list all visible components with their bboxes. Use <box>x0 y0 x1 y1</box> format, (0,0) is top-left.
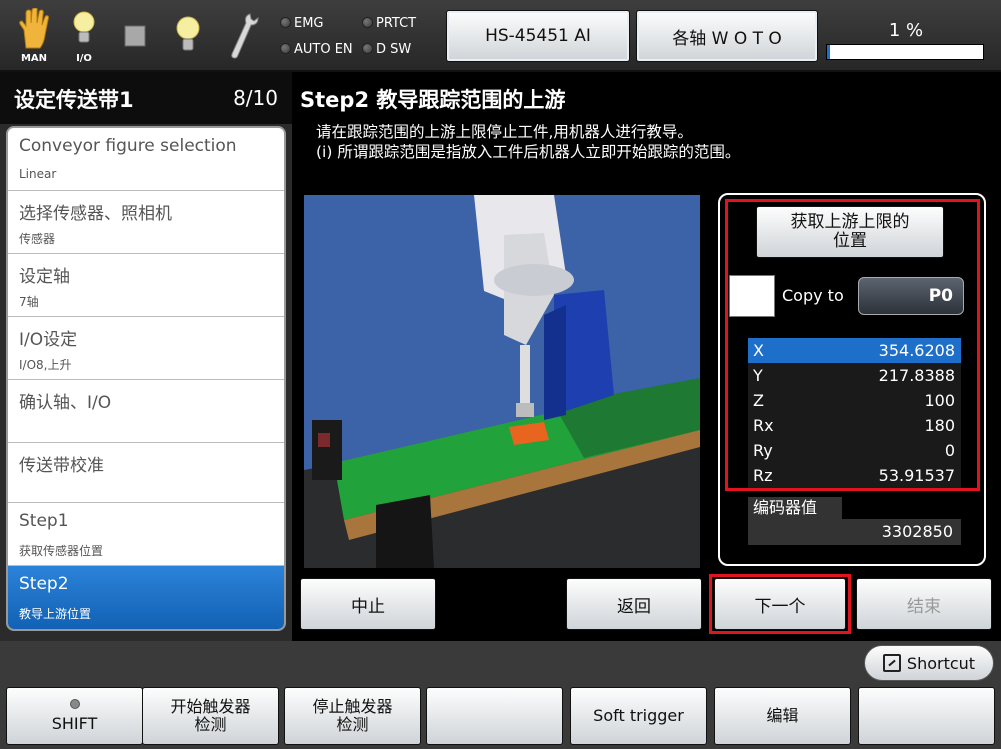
prtct-lamp: PRTCT <box>362 16 416 31</box>
edit-key[interactable]: 编辑 <box>714 687 851 745</box>
step-subtitle: 7轴 <box>19 295 39 309</box>
step-title: 传送带校准 <box>19 456 104 476</box>
light-bulb-icon[interactable] <box>168 8 208 64</box>
man-label: MAN <box>20 53 48 64</box>
step-title: I/O设定 <box>19 330 78 350</box>
step-item-calibration[interactable]: 传送带校准 <box>8 443 284 503</box>
step-title: 设定轴 <box>19 267 70 287</box>
coord-row-y[interactable]: Y 217.8388 <box>748 363 961 388</box>
top-status-bar: MAN I/O EMG PRTCT AUTO EN D SW HS-45451 … <box>0 0 1001 72</box>
dsw-lamp: D SW <box>362 42 411 57</box>
auto-en-lamp: AUTO EN <box>280 42 353 57</box>
step-item-conveyor-figure[interactable]: Conveyor figure selection Linear <box>8 128 284 191</box>
step-heading: Step2 教导跟踪范围的上游 <box>300 88 566 112</box>
progress-fill <box>827 45 831 59</box>
copy-to-label: Copy to <box>782 286 844 305</box>
step-subtitle: 教导上游位置 <box>19 607 92 621</box>
function-key-bar: Shortcut SHIFT 开始触发器 检测 停止触发器 检测 Soft tr… <box>0 641 1001 749</box>
fkey-label: SHIFT <box>51 714 98 733</box>
step-title: 确认轴、I/O <box>19 393 112 413</box>
robot-3d-view <box>304 195 700 568</box>
start-trigger-detect-key[interactable]: 开始触发器 检测 <box>142 687 279 745</box>
finish-button: 结束 <box>856 578 992 630</box>
get-upstream-position-button[interactable]: 获取上游上限的 位置 <box>756 206 944 258</box>
encoder-label: 编码器值 <box>748 497 842 519</box>
step-subtitle: Linear <box>19 167 57 181</box>
axis-mode-button[interactable]: 各轴 W O T O <box>636 10 818 62</box>
wizard-page-counter: 8/10 <box>233 86 278 110</box>
instruction-note: (i) 所谓跟踪范围是指放入工件后机器人立即开始跟踪的范围。 <box>316 143 741 161</box>
coord-row-x[interactable]: X 354.6208 <box>748 338 961 363</box>
empty-function-key[interactable] <box>858 687 995 745</box>
abort-button[interactable]: 中止 <box>300 578 436 630</box>
copy-checkbox[interactable] <box>729 275 775 317</box>
wizard-title: 设定传送带1 <box>14 88 134 112</box>
coord-row-rz[interactable]: Rz 53.91537 <box>748 463 961 488</box>
wrench-icon[interactable] <box>222 8 262 64</box>
manual-mode-icon[interactable]: MAN <box>14 7 54 64</box>
shift-led-icon <box>69 699 80 709</box>
coord-row-ry[interactable]: Ry 0 <box>748 438 961 463</box>
step-title: 选择传感器、照相机 <box>19 204 172 224</box>
step-title: Conveyor figure selection <box>19 136 237 156</box>
io-bulb-icon[interactable]: I/O <box>64 8 104 64</box>
step-title: Step2 <box>19 574 69 594</box>
progress-text: 1 % <box>888 20 924 41</box>
empty-function-key[interactable] <box>426 687 563 745</box>
copy-target-field[interactable]: P0 <box>858 277 964 315</box>
coordinate-table: X 354.6208 Y 217.8388 Z 100 Rx 180 Ry 0 Rz 53.… <box>748 338 961 488</box>
step-item-axis[interactable]: 设定轴 7轴 <box>8 254 284 317</box>
button-label-line: 获取上游上限的 <box>790 212 910 232</box>
step-subtitle: I/O8,上升 <box>19 358 72 372</box>
step-title: Step1 <box>19 511 69 531</box>
step-subtitle: 获取传感器位置 <box>19 544 104 558</box>
button-label-line: 位置 <box>833 231 867 251</box>
progress-bar <box>826 44 984 60</box>
soft-trigger-key[interactable]: Soft trigger <box>570 687 707 745</box>
shortcut-icon <box>882 654 901 672</box>
instruction-line: 请在跟踪范围的上游上限停止工件,用机器人进行教导。 <box>316 123 693 141</box>
step-item-sensor[interactable]: 选择传感器、照相机 传感器 <box>8 191 284 254</box>
stop-square-icon[interactable] <box>116 8 156 64</box>
wizard-step-list: Conveyor figure selection Linear 选择传感器、照… <box>6 126 286 631</box>
shortcut-button[interactable]: Shortcut <box>864 645 994 681</box>
instructions: 请在跟踪范围的上游上限停止工件,用机器人进行教导。 (i) 所谓跟踪范围是指放入… <box>316 122 740 162</box>
step-item-confirm-axis-io[interactable]: 确认轴、I/O <box>8 380 284 443</box>
step-item-io-setting[interactable]: I/O设定 I/O8,上升 <box>8 317 284 380</box>
step-item-step2[interactable]: Step2 教导上游位置 <box>8 566 284 629</box>
coord-row-rx[interactable]: Rx 180 <box>748 413 961 438</box>
coord-row-z[interactable]: Z 100 <box>748 388 961 413</box>
robot-select-button[interactable]: HS-45451 AI <box>446 10 630 62</box>
shift-key[interactable]: SHIFT <box>6 687 143 745</box>
shortcut-label: Shortcut <box>906 653 976 673</box>
back-button[interactable]: 返回 <box>566 578 702 630</box>
encoder-value: 3302850 <box>748 519 961 545</box>
emg-lamp: EMG <box>280 16 324 31</box>
step-item-step1[interactable]: Step1 获取传感器位置 <box>8 503 284 566</box>
next-button[interactable]: 下一个 <box>714 578 846 630</box>
main-content: Step2 教导跟踪范围的上游 请在跟踪范围的上游上限停止工件,用机器人进行教导… <box>292 72 1001 641</box>
step-subtitle: 传感器 <box>19 232 56 246</box>
stop-trigger-detect-key[interactable]: 停止触发器 检测 <box>284 687 421 745</box>
io-label: I/O <box>76 53 92 64</box>
left-header: 设定传送带1 8/10 <box>0 72 292 124</box>
